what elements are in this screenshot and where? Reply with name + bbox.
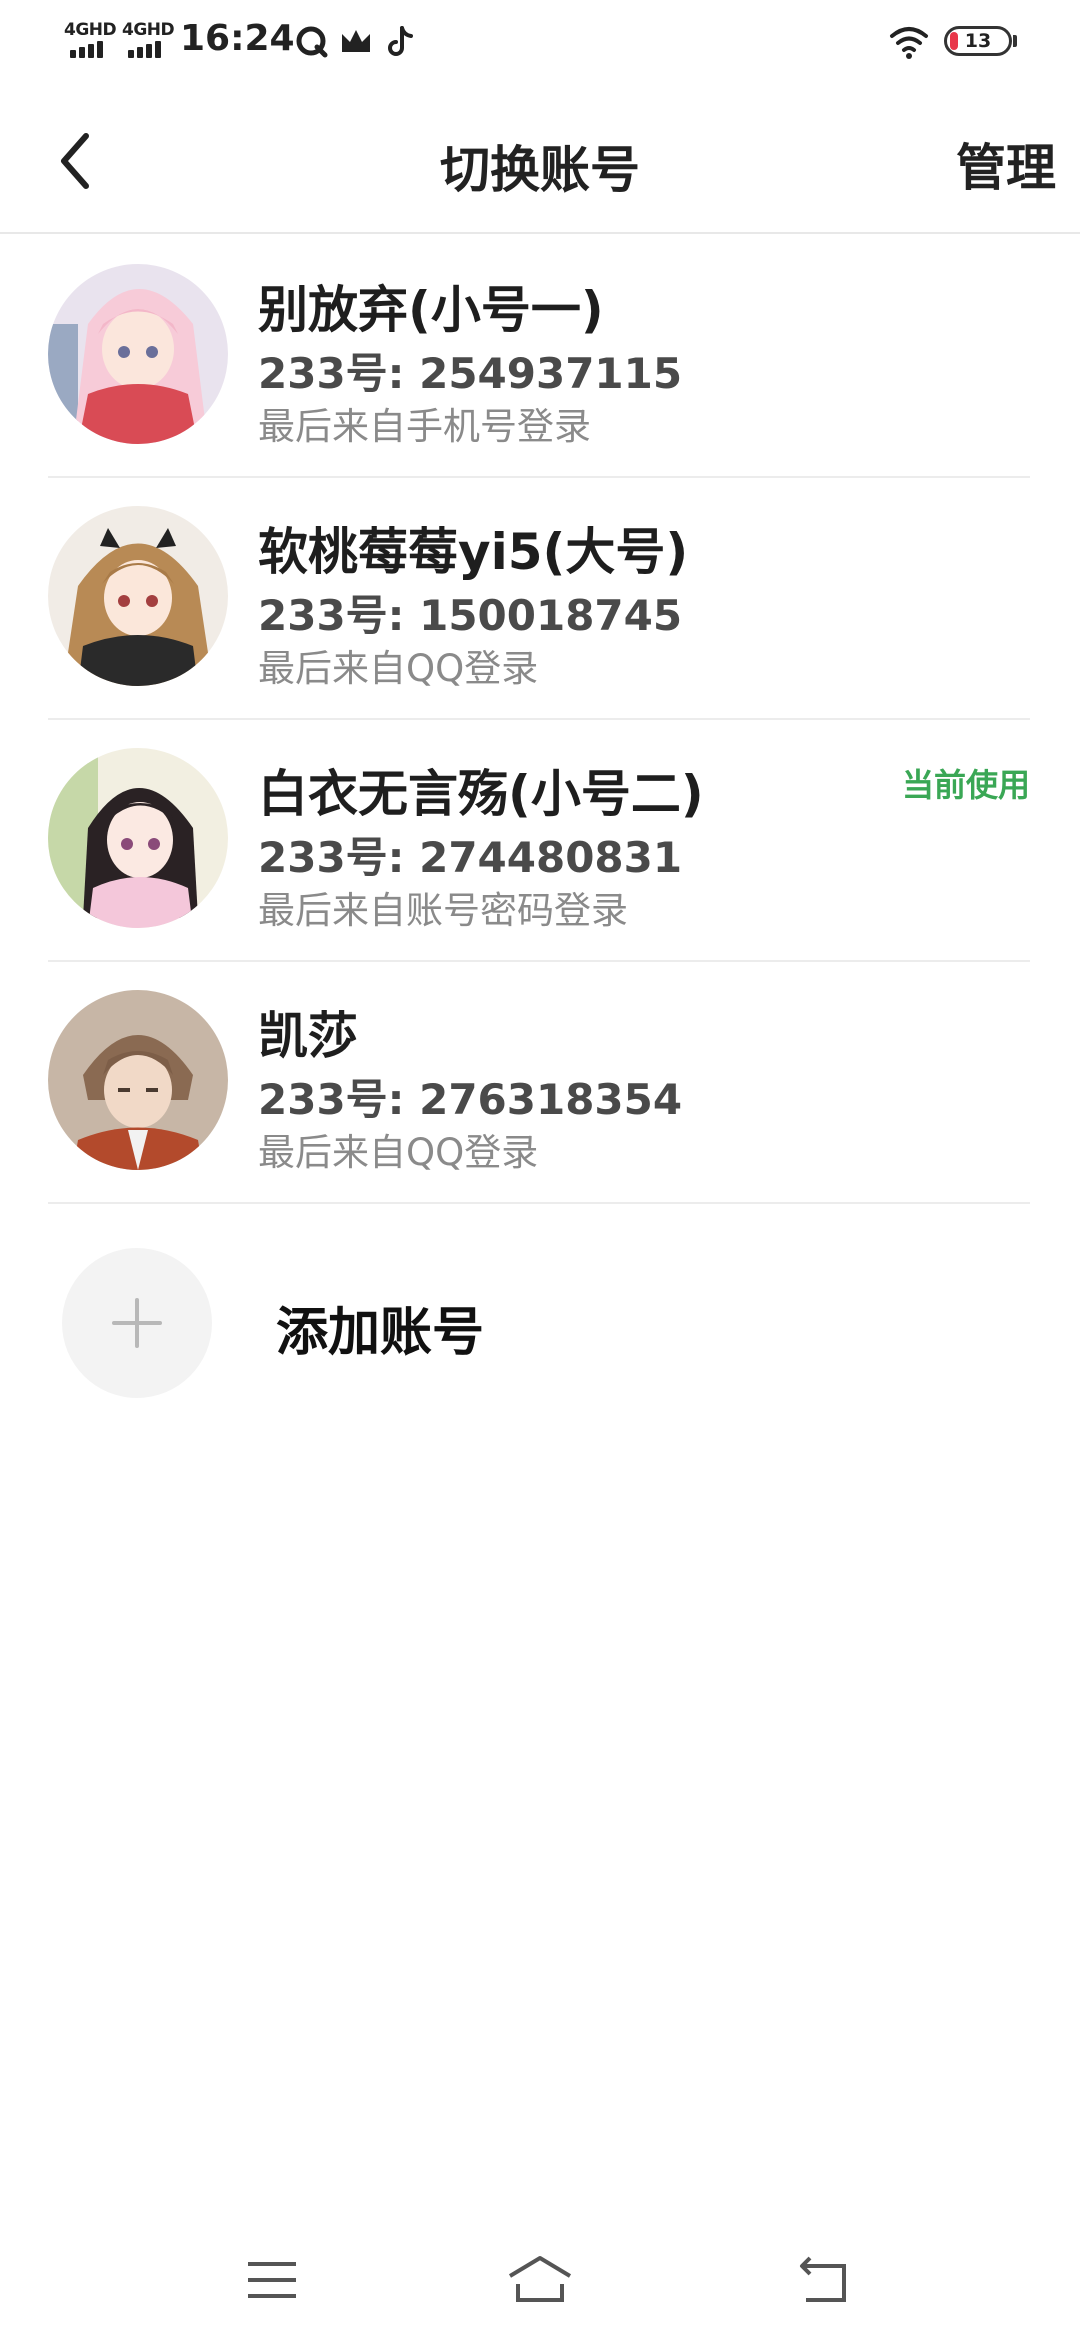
cellular-signal-icon: 4GHD: [62, 20, 120, 60]
network-type-label-2: 4GHD: [122, 20, 175, 40]
account-row[interactable]: 别放弃(小号一) 233号: 254937115 最后来自手机号登录: [0, 236, 1080, 478]
account-name: 凯莎: [258, 1007, 358, 1065]
add-account-row[interactable]: 添加账号: [0, 1236, 1080, 1406]
clock: 16:24: [180, 18, 295, 59]
account-uid: 233号: 276318354: [258, 1075, 683, 1124]
current-badge: 当前使用: [901, 766, 1030, 804]
account-login-method: 最后来自QQ登录: [258, 1131, 539, 1174]
page-title: 切换账号: [440, 141, 640, 199]
avatar: [48, 264, 228, 444]
avatar: [48, 990, 228, 1170]
account-uid: 233号: 254937115: [258, 349, 683, 398]
add-account-label[interactable]: 添加账号: [276, 1290, 484, 1365]
back-icon[interactable]: [788, 2250, 860, 2310]
cellular-signal-icon-2: 4GHD: [120, 20, 178, 60]
account-list: 别放弃(小号一) 233号: 254937115 最后来自手机号登录 软桃莓莓y…: [0, 236, 1080, 1204]
crown-icon: [342, 30, 370, 52]
system-navigation-bar: [0, 2230, 1080, 2340]
q-app-icon: [296, 26, 328, 58]
status-bar: 4GHD 4GHD 16:24 13: [0, 0, 1080, 84]
account-login-method: 最后来自手机号登录: [258, 405, 591, 448]
account-uid: 233号: 150018745: [258, 591, 683, 640]
account-name: 白衣无言殇(小号二): [258, 765, 704, 823]
battery-icon: 13: [944, 26, 1012, 56]
account-uid: 233号: 274480831: [258, 833, 683, 882]
wifi-icon: [890, 27, 928, 59]
avatar: [48, 748, 228, 928]
navigation-bar: 切换账号 管理: [0, 84, 1080, 234]
menu-icon[interactable]: [236, 2250, 308, 2310]
account-login-method: 最后来自QQ登录: [258, 647, 539, 690]
account-login-method: 最后来自账号密码登录: [258, 889, 628, 932]
account-row[interactable]: 白衣无言殇(小号二) 233号: 274480831 最后来自账号密码登录 当前…: [0, 720, 1080, 962]
account-name: 软桃莓莓yi5(大号): [258, 523, 689, 581]
battery-level: 13: [964, 30, 992, 52]
tiktok-icon: [388, 26, 413, 56]
account-row[interactable]: 软桃莓莓yi5(大号) 233号: 150018745 最后来自QQ登录: [0, 478, 1080, 720]
account-row[interactable]: 凯莎 233号: 276318354 最后来自QQ登录: [0, 962, 1080, 1204]
add-account-button[interactable]: [62, 1248, 212, 1398]
avatar: [48, 506, 228, 686]
manage-button[interactable]: 管理: [956, 128, 1056, 200]
plus-icon: [112, 1298, 162, 1348]
divider: [48, 1202, 1030, 1204]
network-type-label: 4GHD: [64, 20, 117, 40]
home-icon[interactable]: [504, 2250, 576, 2310]
account-name: 别放弃(小号一): [258, 281, 604, 339]
